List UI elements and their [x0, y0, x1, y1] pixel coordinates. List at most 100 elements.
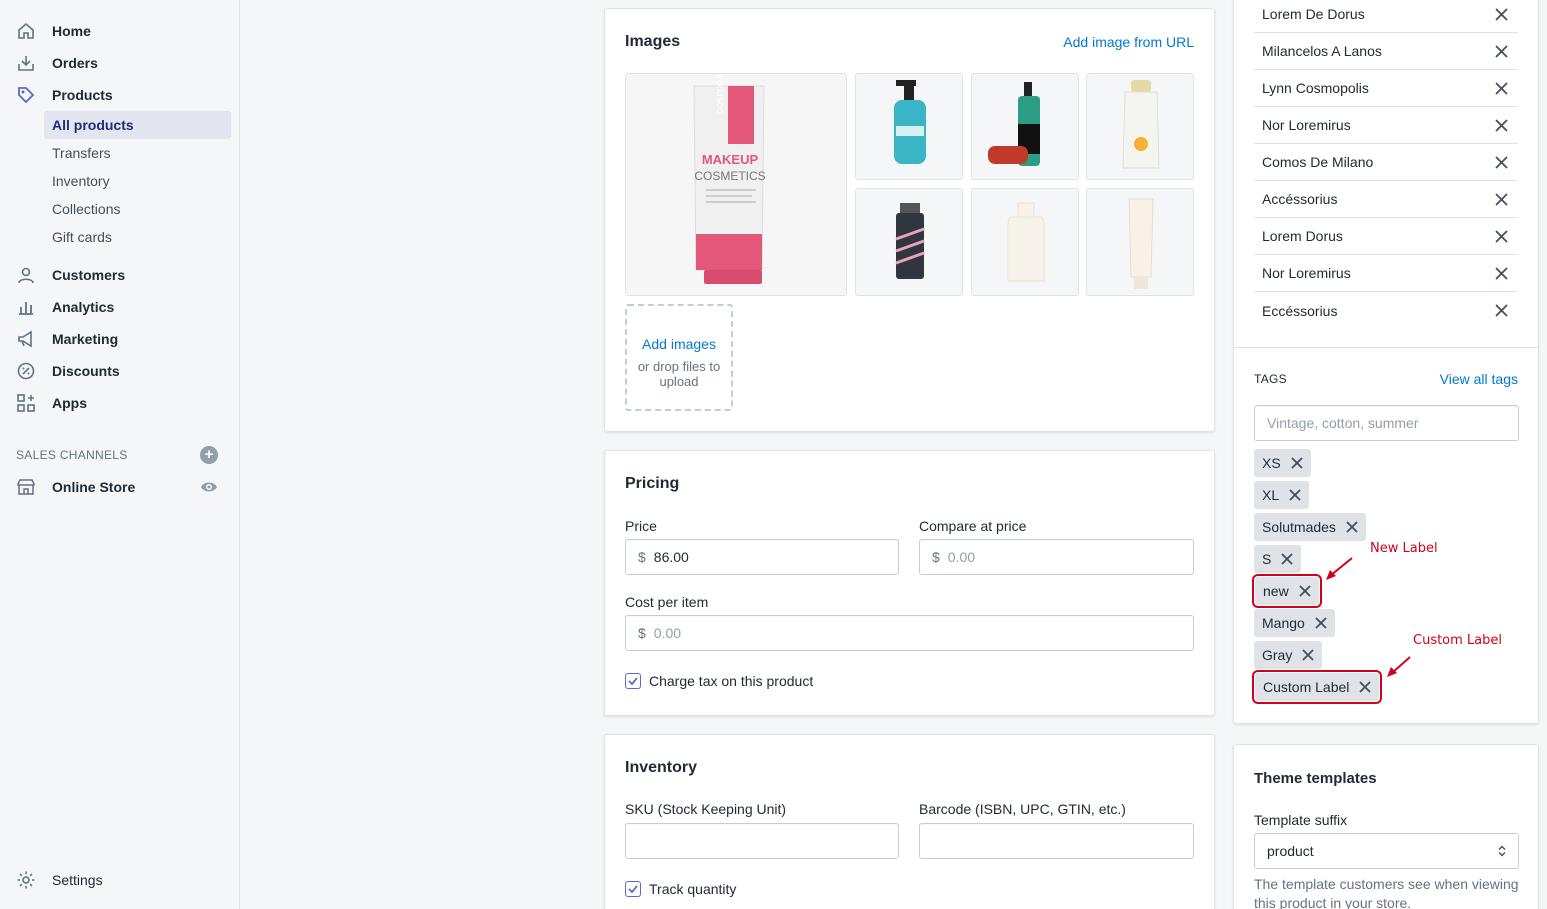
tags-heading: TAGS [1254, 372, 1287, 386]
remove-icon[interactable] [1495, 156, 1508, 169]
tag-chip-highlighted: Custom Label [1251, 670, 1383, 704]
main-image-line2-text: COSMETICS [694, 169, 765, 183]
collection-item: Lorem Dorus [1254, 218, 1518, 255]
add-images-link[interactable]: Add images [627, 336, 731, 352]
remove-tag-icon[interactable] [1315, 617, 1327, 629]
remove-tag-icon[interactable] [1359, 681, 1372, 693]
subnav-transfers[interactable]: Transfers [44, 139, 231, 167]
barcode-input[interactable] [919, 823, 1194, 859]
subnav-all-products[interactable]: All products [44, 111, 231, 139]
sku-input[interactable] [625, 823, 899, 859]
teal-pump-bottle-image [894, 80, 926, 164]
section-divider [1234, 347, 1538, 348]
orders-icon [16, 53, 36, 73]
charge-tax-checkbox[interactable] [625, 673, 641, 689]
track-quantity-checkbox[interactable] [625, 881, 641, 897]
theme-templates-card: Theme templates Template suffix product … [1233, 744, 1539, 909]
add-channel-icon[interactable]: + [200, 446, 218, 464]
main-image-brand-text: COSPORA [716, 74, 725, 114]
nav-customers[interactable]: Customers [0, 260, 240, 290]
nav-discounts[interactable]: Discounts [0, 356, 240, 386]
home-icon [16, 21, 36, 41]
remove-icon[interactable] [1495, 230, 1508, 243]
analytics-icon [16, 297, 36, 317]
barcode-label: Barcode (ISBN, UPC, GTIN, etc.) [919, 801, 1126, 817]
remove-icon[interactable] [1495, 193, 1508, 206]
discounts-icon [16, 361, 36, 381]
cost-per-item-label: Cost per item [625, 594, 709, 610]
cost-currency: $ [638, 625, 646, 641]
add-image-from-url-link[interactable]: Add image from URL [1063, 34, 1194, 50]
sku-label: SKU (Stock Keeping Unit) [625, 801, 787, 817]
image-drop-zone[interactable]: Add images or drop files to upload [625, 304, 733, 411]
price-input[interactable]: $ 86.00 [625, 539, 899, 575]
product-image-5[interactable] [855, 188, 963, 296]
remove-icon[interactable] [1495, 304, 1508, 317]
customers-icon [16, 265, 36, 285]
annotation-arrow-icon [1326, 557, 1353, 580]
subnav-gift-cards[interactable]: Gift cards [44, 223, 231, 251]
remove-icon[interactable] [1495, 119, 1508, 132]
price-value: 86.00 [653, 549, 689, 565]
tag-chip-highlighted: new [1252, 574, 1322, 608]
remove-tag-icon[interactable] [1302, 649, 1314, 661]
collection-name: Nor Loremirus [1262, 117, 1351, 133]
product-image-main[interactable]: COSPORA MAKEUP COSMETICS [625, 73, 847, 296]
collection-name: Accéssorius [1262, 191, 1338, 207]
product-image-2[interactable] [855, 73, 963, 180]
product-image-6[interactable] [971, 188, 1079, 296]
collection-item: Lorem De Dorus [1254, 0, 1518, 33]
nav-settings[interactable]: Settings [0, 865, 240, 895]
tag-label: XL [1262, 487, 1280, 503]
cream-bottle-image [1007, 202, 1045, 282]
nav-home[interactable]: Home [0, 16, 240, 46]
collection-name: Milancelos A Lanos [1262, 43, 1382, 59]
subnav-collections[interactable]: Collections [44, 195, 231, 223]
product-image-3[interactable] [971, 73, 1079, 180]
tags-input[interactable]: Vintage, cotton, summer [1254, 405, 1519, 441]
tag-chip: S [1254, 545, 1302, 573]
tag-chip: Gray [1254, 641, 1323, 669]
nav-apps[interactable]: Apps [0, 388, 240, 418]
nav-orders[interactable]: Orders [0, 48, 240, 78]
product-image-4[interactable] [1086, 73, 1194, 180]
tag-label: S [1262, 551, 1272, 567]
remove-tag-icon[interactable] [1281, 553, 1293, 565]
nav-orders-label: Orders [52, 55, 98, 71]
tags-input-placeholder: Vintage, cotton, summer [1267, 415, 1419, 431]
remove-icon[interactable] [1495, 82, 1508, 95]
product-image-7[interactable] [1086, 188, 1194, 296]
remove-tag-icon[interactable] [1346, 521, 1358, 533]
template-suffix-label: Template suffix [1254, 812, 1348, 828]
template-suffix-select[interactable]: product [1254, 833, 1519, 869]
collection-name: Comos De Milano [1262, 154, 1374, 170]
tag-label: Gray [1262, 647, 1293, 663]
remove-tag-icon[interactable] [1291, 457, 1303, 469]
view-all-tags-link[interactable]: View all tags [1440, 371, 1518, 387]
remove-icon[interactable] [1495, 267, 1508, 280]
remove-icon[interactable] [1495, 8, 1508, 21]
collection-name: Nor Loremirus [1262, 265, 1351, 281]
nav-marketing[interactable]: Marketing [0, 324, 240, 354]
tag-chip: Solutmades [1254, 513, 1366, 541]
remove-tag-icon[interactable] [1289, 489, 1301, 501]
apps-icon [16, 393, 36, 413]
compare-price-input[interactable]: $ 0.00 [919, 539, 1194, 575]
eye-icon[interactable] [200, 479, 218, 495]
remove-tag-icon[interactable] [1299, 585, 1311, 597]
tag-chip: XS [1254, 449, 1311, 477]
nav-analytics[interactable]: Analytics [0, 292, 240, 322]
cosmetics-tube-image: COSPORA MAKEUP COSMETICS [693, 74, 766, 284]
sales-channels-heading: SALES CHANNELS [16, 448, 128, 462]
shampoo-bottle-image [1122, 80, 1160, 169]
nav-products[interactable]: Products [0, 80, 240, 110]
cost-per-item-input[interactable]: $ 0.00 [625, 615, 1194, 651]
nav-analytics-label: Analytics [52, 299, 115, 315]
nav-marketing-label: Marketing [52, 331, 119, 347]
remove-icon[interactable] [1495, 45, 1508, 58]
subnav-inventory[interactable]: Inventory [44, 167, 231, 195]
sidebar: Home Orders Products All products Transf… [0, 0, 240, 909]
collection-name: Lorem De Dorus [1262, 6, 1365, 22]
price-currency: $ [638, 549, 646, 565]
collection-name: Lynn Cosmopolis [1262, 80, 1369, 96]
